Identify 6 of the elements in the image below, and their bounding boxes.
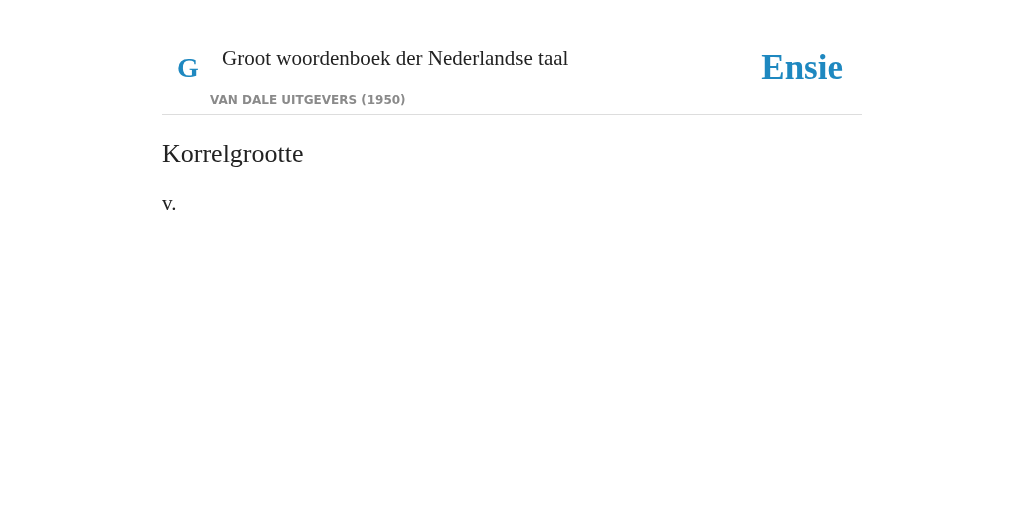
- logo[interactable]: G: [177, 54, 222, 82]
- entry-term: Korrelgrootte: [162, 139, 305, 169]
- publisher: VAN DALE UITGEVERS (1950): [210, 93, 407, 107]
- dictionary-title: Groot woordenboek der Nederlandse taal: [222, 48, 570, 69]
- entry-definition: v.: [162, 191, 178, 216]
- brand-logo[interactable]: Ensie: [761, 50, 843, 85]
